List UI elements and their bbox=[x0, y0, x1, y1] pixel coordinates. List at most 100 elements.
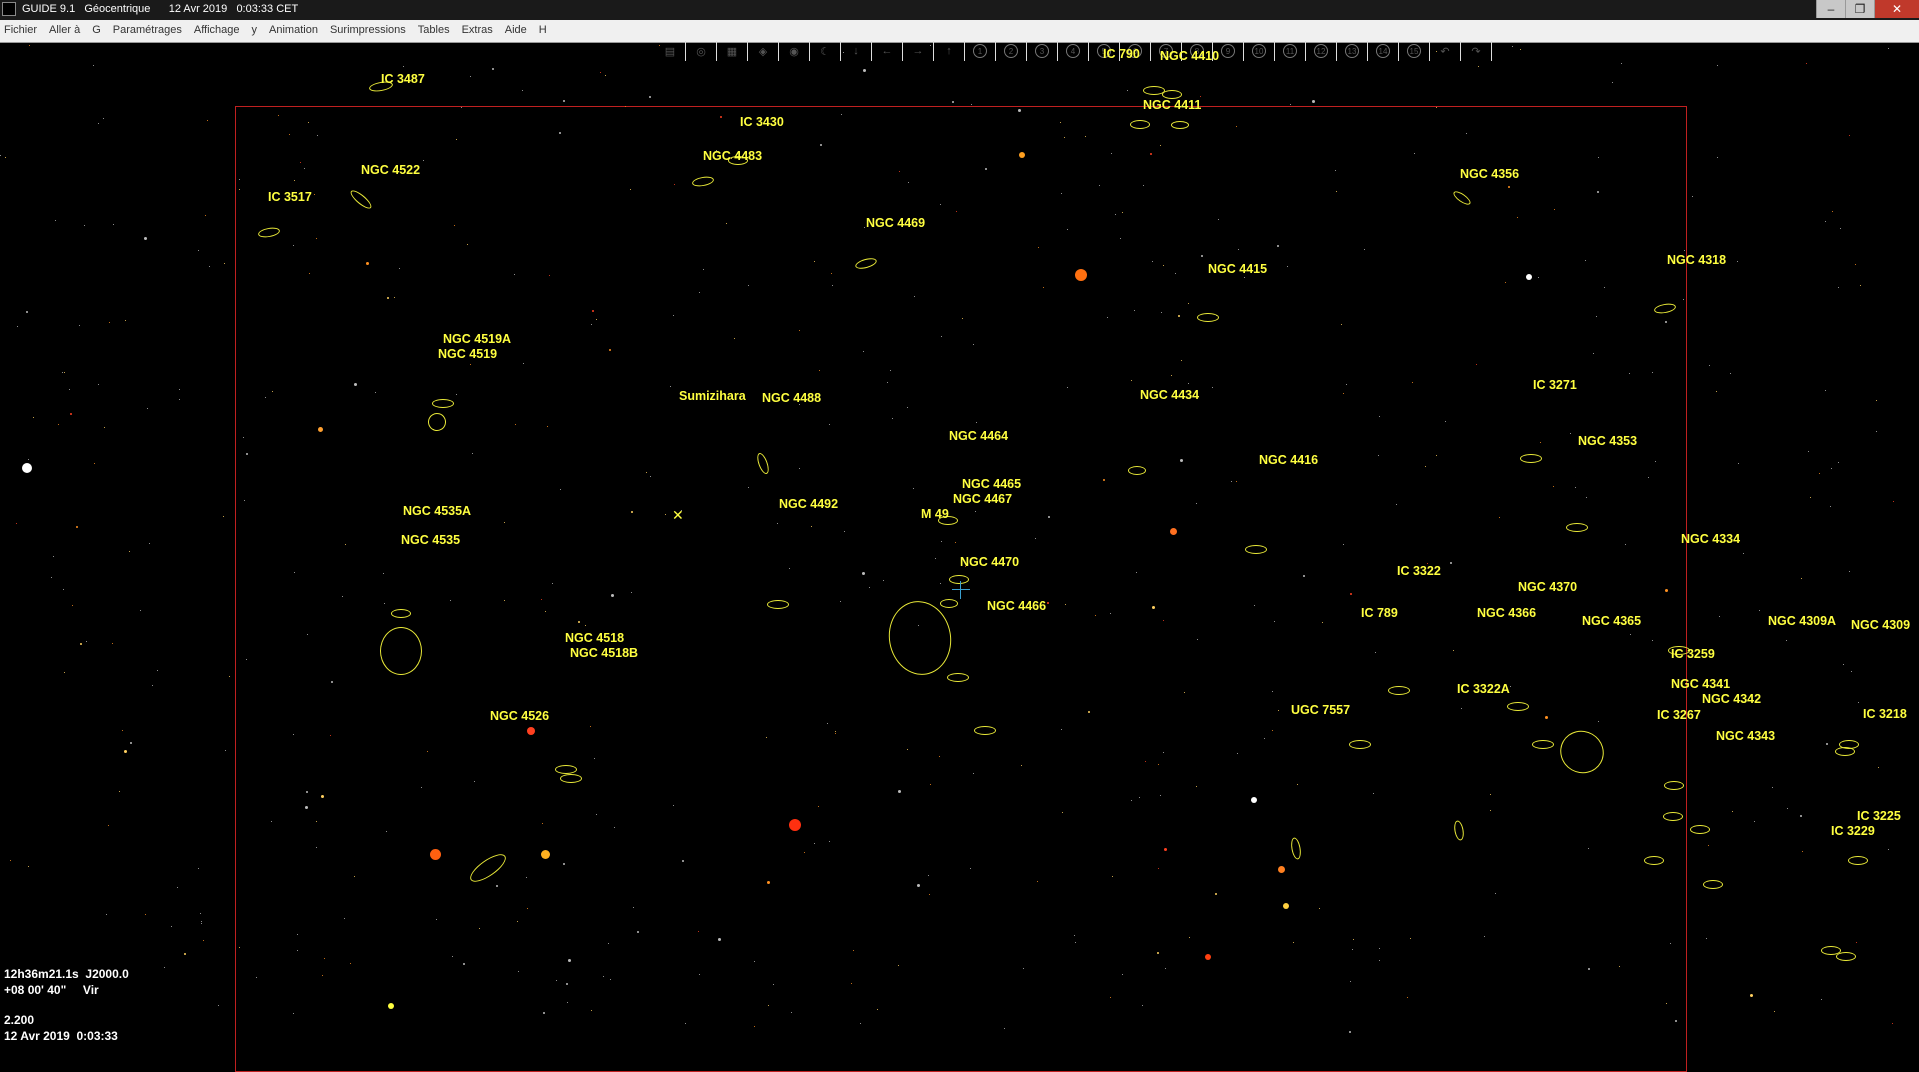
menu-extras[interactable]: Extras bbox=[462, 24, 493, 36]
sky-chart[interactable]: IC 3487 IC 790 NGC 4410 IC 3430 NGC 4411 NGC … bbox=[0, 43, 1919, 1072]
bright-star[interactable] bbox=[1526, 274, 1532, 280]
bright-star[interactable] bbox=[1278, 866, 1285, 873]
label-ic-3322a[interactable]: IC 3322A bbox=[1457, 682, 1510, 696]
galaxy-ellipse[interactable] bbox=[1552, 722, 1612, 782]
label-ngc-4483[interactable]: NGC 4483 bbox=[703, 149, 762, 163]
label-ngc-4411[interactable]: NGC 4411 bbox=[1143, 98, 1201, 112]
label-ngc-4465[interactable]: NGC 4465 bbox=[962, 477, 1021, 491]
label-ngc-4366[interactable]: NGC 4366 bbox=[1477, 606, 1536, 620]
label-ngc-4309[interactable]: NGC 4309 bbox=[1851, 618, 1910, 632]
label-ngc-4356[interactable]: NGC 4356 bbox=[1460, 167, 1519, 181]
label-ic-3259[interactable]: IC 3259 bbox=[1671, 647, 1715, 661]
galaxy-ellipse[interactable] bbox=[1171, 121, 1189, 129]
galaxy-ellipse[interactable] bbox=[1664, 781, 1684, 790]
label-ngc-4470[interactable]: NGC 4470 bbox=[960, 555, 1019, 569]
label-m-49[interactable]: M 49 bbox=[921, 507, 949, 521]
menu-parametrages[interactable]: Paramétrages bbox=[113, 24, 182, 36]
bright-star[interactable] bbox=[1170, 528, 1177, 535]
menu-affichage[interactable]: Affichage bbox=[194, 24, 240, 36]
galaxy-ellipse[interactable] bbox=[974, 726, 996, 735]
label-ngc-4488[interactable]: NGC 4488 bbox=[762, 391, 821, 405]
galaxy-ellipse[interactable] bbox=[1349, 740, 1371, 749]
bright-star[interactable] bbox=[1283, 903, 1289, 909]
galaxy-ellipse[interactable] bbox=[257, 226, 281, 239]
galaxy-ellipse[interactable] bbox=[1835, 747, 1855, 756]
galaxy-ellipse[interactable] bbox=[1130, 120, 1150, 129]
galaxy-ellipse[interactable] bbox=[1388, 686, 1410, 695]
bright-star[interactable] bbox=[22, 463, 32, 473]
label-ngc-4518[interactable]: NGC 4518 bbox=[565, 631, 624, 645]
menu-animation[interactable]: Animation bbox=[269, 24, 318, 36]
label-ngc-4370[interactable]: NGC 4370 bbox=[1518, 580, 1577, 594]
bright-star[interactable] bbox=[541, 850, 550, 859]
label-ngc-4309a[interactable]: NGC 4309A bbox=[1768, 614, 1836, 628]
label-ngc-4365[interactable]: NGC 4365 bbox=[1582, 614, 1641, 628]
bright-star[interactable] bbox=[527, 727, 535, 735]
label-ngc-4522[interactable]: NGC 4522 bbox=[361, 163, 420, 177]
restore-icon[interactable]: ❐ bbox=[1845, 0, 1874, 18]
galaxy-ellipse[interactable] bbox=[560, 774, 582, 783]
galaxy-ellipse[interactable] bbox=[691, 175, 715, 188]
bright-star[interactable] bbox=[1251, 797, 1257, 803]
label-ngc-4519[interactable]: NGC 4519 bbox=[438, 347, 497, 361]
label-ngc-4353[interactable]: NGC 4353 bbox=[1578, 434, 1637, 448]
label-ngc-4526[interactable]: NGC 4526 bbox=[490, 709, 549, 723]
menu-surimpressions[interactable]: Surimpressions bbox=[330, 24, 406, 36]
close-icon[interactable]: ✕ bbox=[1874, 0, 1919, 18]
galaxy-ellipse[interactable] bbox=[1532, 740, 1554, 749]
galaxy-ellipse[interactable] bbox=[1848, 856, 1868, 865]
label-ngc-4518b[interactable]: NGC 4518B bbox=[570, 646, 638, 660]
bright-star[interactable] bbox=[430, 849, 441, 860]
label-ngc-4464[interactable]: NGC 4464 bbox=[949, 429, 1008, 443]
galaxy-ellipse[interactable] bbox=[432, 399, 454, 408]
galaxy-ellipse[interactable] bbox=[1836, 952, 1856, 961]
label-ic-3322[interactable]: IC 3322 bbox=[1397, 564, 1441, 578]
label-ic-789[interactable]: IC 789 bbox=[1361, 606, 1398, 620]
bright-star[interactable] bbox=[318, 427, 323, 432]
galaxy-ellipse[interactable] bbox=[1197, 313, 1219, 322]
menu-g[interactable]: G bbox=[92, 24, 101, 36]
bright-star[interactable] bbox=[1075, 269, 1087, 281]
label-ngc-4318[interactable]: NGC 4318 bbox=[1667, 253, 1726, 267]
label-ngc-4415[interactable]: NGC 4415 bbox=[1208, 262, 1267, 276]
label-ngc-4535[interactable]: NGC 4535 bbox=[401, 533, 460, 547]
galaxy-ellipse[interactable] bbox=[755, 451, 771, 476]
label-ic-790[interactable]: IC 790 bbox=[1103, 47, 1140, 61]
galaxy-ellipse[interactable] bbox=[424, 409, 450, 435]
galaxy-ellipse[interactable] bbox=[883, 596, 957, 680]
label-ugc-7557[interactable]: UGC 7557 bbox=[1291, 703, 1350, 717]
label-ic-3267[interactable]: IC 3267 bbox=[1657, 708, 1701, 722]
galaxy-ellipse[interactable] bbox=[1507, 702, 1529, 711]
galaxy-ellipse[interactable] bbox=[555, 765, 577, 774]
label-ngc-4535a[interactable]: NGC 4535A bbox=[403, 504, 471, 518]
galaxy-ellipse[interactable] bbox=[380, 627, 422, 675]
label-ngc-4416[interactable]: NGC 4416 bbox=[1259, 453, 1318, 467]
label-ngc-4410[interactable]: NGC 4410 bbox=[1160, 49, 1219, 63]
galaxy-ellipse[interactable] bbox=[1452, 819, 1466, 842]
galaxy-ellipse[interactable] bbox=[391, 609, 411, 618]
bright-star[interactable] bbox=[1019, 152, 1025, 158]
galaxy-ellipse[interactable] bbox=[1703, 880, 1723, 889]
galaxy-ellipse[interactable] bbox=[1644, 856, 1664, 865]
label-ngc-4334[interactable]: NGC 4334 bbox=[1681, 532, 1740, 546]
label-ic-3517[interactable]: IC 3517 bbox=[268, 190, 312, 204]
label-ngc-4434[interactable]: NGC 4434 bbox=[1140, 388, 1199, 402]
galaxy-ellipse[interactable] bbox=[1653, 302, 1677, 315]
label-ic-3229[interactable]: IC 3229 bbox=[1831, 824, 1875, 838]
galaxy-ellipse[interactable] bbox=[1289, 836, 1303, 861]
label-ngc-4341[interactable]: NGC 4341 bbox=[1671, 677, 1730, 691]
label-ic-3430[interactable]: IC 3430 bbox=[740, 115, 784, 129]
label-ic-3218[interactable]: IC 3218 bbox=[1863, 707, 1907, 721]
bright-star[interactable] bbox=[388, 1003, 394, 1009]
menu-h[interactable]: H bbox=[539, 24, 547, 36]
galaxy-ellipse[interactable] bbox=[466, 849, 510, 887]
bright-star[interactable] bbox=[789, 819, 801, 831]
galaxy-ellipse[interactable] bbox=[767, 600, 789, 609]
galaxy-ellipse[interactable] bbox=[1663, 812, 1683, 821]
galaxy-ellipse[interactable] bbox=[1520, 454, 1542, 463]
label-ngc-4492[interactable]: NGC 4492 bbox=[779, 497, 838, 511]
menu-tables[interactable]: Tables bbox=[418, 24, 450, 36]
menu-aller-a[interactable]: Aller à bbox=[49, 24, 80, 36]
galaxy-ellipse[interactable] bbox=[1690, 825, 1710, 834]
galaxy-ellipse[interactable] bbox=[348, 187, 374, 212]
